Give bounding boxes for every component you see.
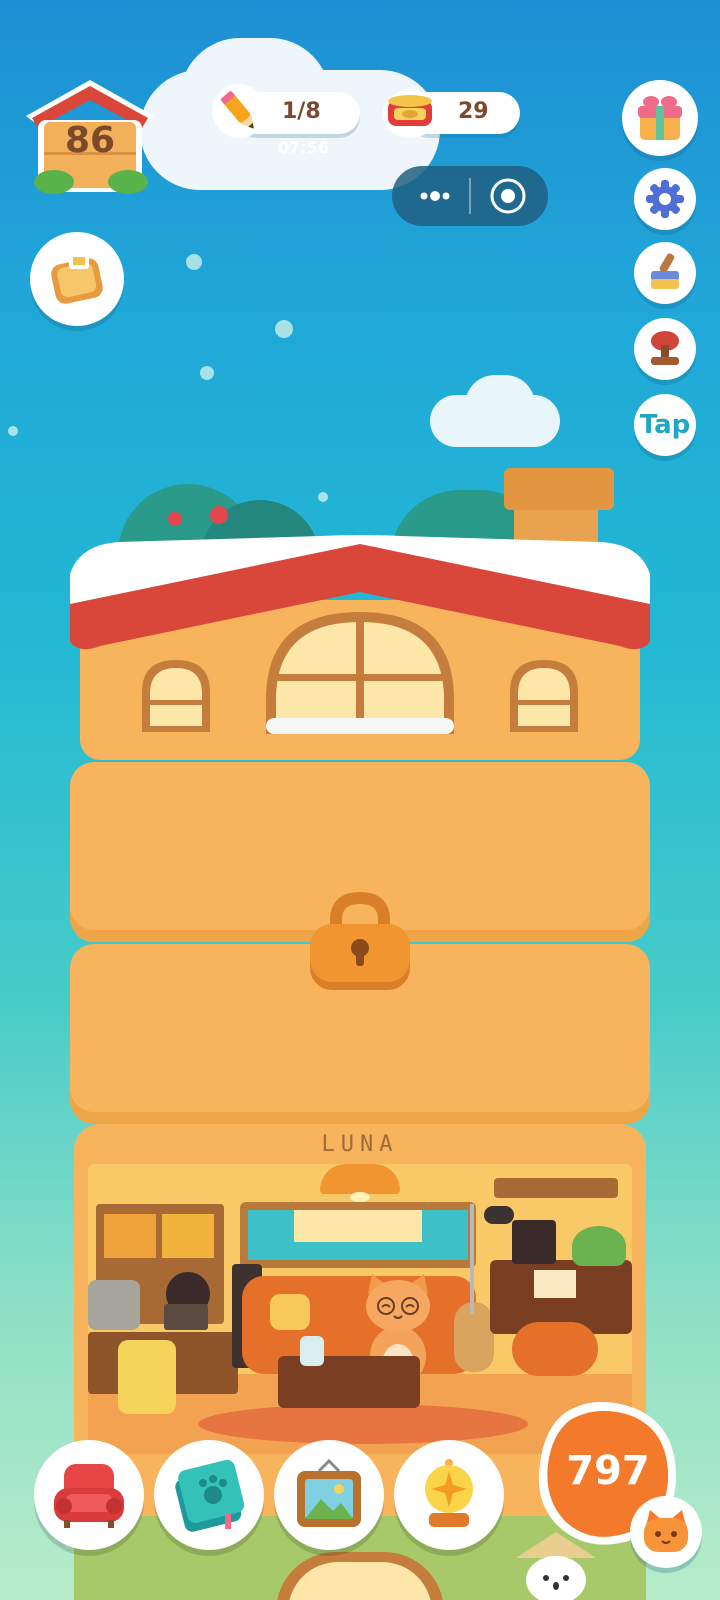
- painting-guitar: [104, 1214, 156, 1258]
- gift-button[interactable]: [622, 80, 698, 156]
- furniture-button[interactable]: [34, 1440, 144, 1550]
- picture-frame-icon: [297, 1458, 361, 1527]
- level-number: 86: [64, 120, 116, 161]
- painting-bird: [162, 1214, 214, 1258]
- pencil-timer: 07:56: [278, 138, 329, 157]
- cat-food-count: 29: [458, 99, 489, 124]
- cat-food-can-icon: [380, 84, 440, 140]
- coffee-table: [278, 1356, 420, 1408]
- attic-window-center: [266, 612, 454, 734]
- paint-brush-icon: [651, 253, 679, 289]
- bread-event-button[interactable]: [30, 232, 124, 326]
- tap-button[interactable]: Tap: [634, 394, 696, 456]
- stamp-button[interactable]: [634, 318, 696, 380]
- snowflake: [200, 366, 214, 380]
- cat-profile-button[interactable]: [630, 1496, 702, 1568]
- sheet-music: [534, 1270, 576, 1298]
- room-name-label: LUNA: [321, 1132, 399, 1157]
- plant: [572, 1226, 626, 1266]
- gear-icon: [646, 180, 684, 218]
- album-button[interactable]: [154, 1440, 264, 1550]
- level-badge[interactable]: 86: [18, 76, 162, 200]
- wall-shelf: [494, 1178, 618, 1198]
- padlock-icon[interactable]: [306, 890, 414, 998]
- coin-amount: 797: [566, 1448, 650, 1494]
- bread-toast-icon: [51, 253, 103, 304]
- chimney-top: [504, 468, 614, 510]
- lamp-icon: [425, 1459, 473, 1527]
- poster: [512, 1220, 556, 1264]
- projector: [88, 1280, 140, 1330]
- jar: [300, 1336, 324, 1366]
- laptop: [164, 1304, 208, 1330]
- straw-hat-cat: [510, 1528, 600, 1600]
- berry: [210, 506, 228, 524]
- snowflake: [318, 492, 328, 502]
- room-window-blind: [294, 1210, 422, 1242]
- stamp-icon: [651, 331, 679, 365]
- cat-face-icon: [644, 1510, 688, 1552]
- paw-book-icon: [175, 1459, 245, 1532]
- microphone: [484, 1206, 514, 1224]
- berry: [168, 512, 182, 526]
- sofa-cushion: [270, 1294, 310, 1330]
- photo-frame-button[interactable]: [274, 1440, 384, 1550]
- settings-button[interactable]: [634, 168, 696, 230]
- decorate-button[interactable]: [634, 242, 696, 304]
- gift-box-icon: [638, 96, 682, 140]
- snowflake: [275, 320, 293, 338]
- target-circle-icon[interactable]: [488, 176, 528, 216]
- pencil-icon: [210, 82, 268, 140]
- game-scene: 86 1/8 07:56 29 Tap LUNA 797: [0, 0, 720, 1600]
- ceiling-lamp: [320, 1164, 400, 1194]
- capsule-divider: [469, 178, 471, 214]
- armchair-icon: [54, 1464, 124, 1528]
- mid-cloud-puff: [465, 375, 535, 435]
- pencil-count: 1/8: [282, 99, 321, 124]
- piano-stool: [512, 1322, 598, 1376]
- mic-stand: [470, 1204, 474, 1314]
- tap-label: Tap: [639, 410, 691, 440]
- attic-window-right: [510, 660, 578, 732]
- attic-window-left: [142, 660, 210, 732]
- more-dots-icon[interactable]: [410, 178, 460, 214]
- snowflake: [186, 254, 202, 270]
- lamp-glow: [350, 1192, 370, 1202]
- desk-chair: [118, 1340, 176, 1414]
- snowflake: [8, 426, 18, 436]
- lamp-button[interactable]: [394, 1440, 504, 1550]
- rug: [198, 1404, 528, 1444]
- guitar: [454, 1302, 494, 1372]
